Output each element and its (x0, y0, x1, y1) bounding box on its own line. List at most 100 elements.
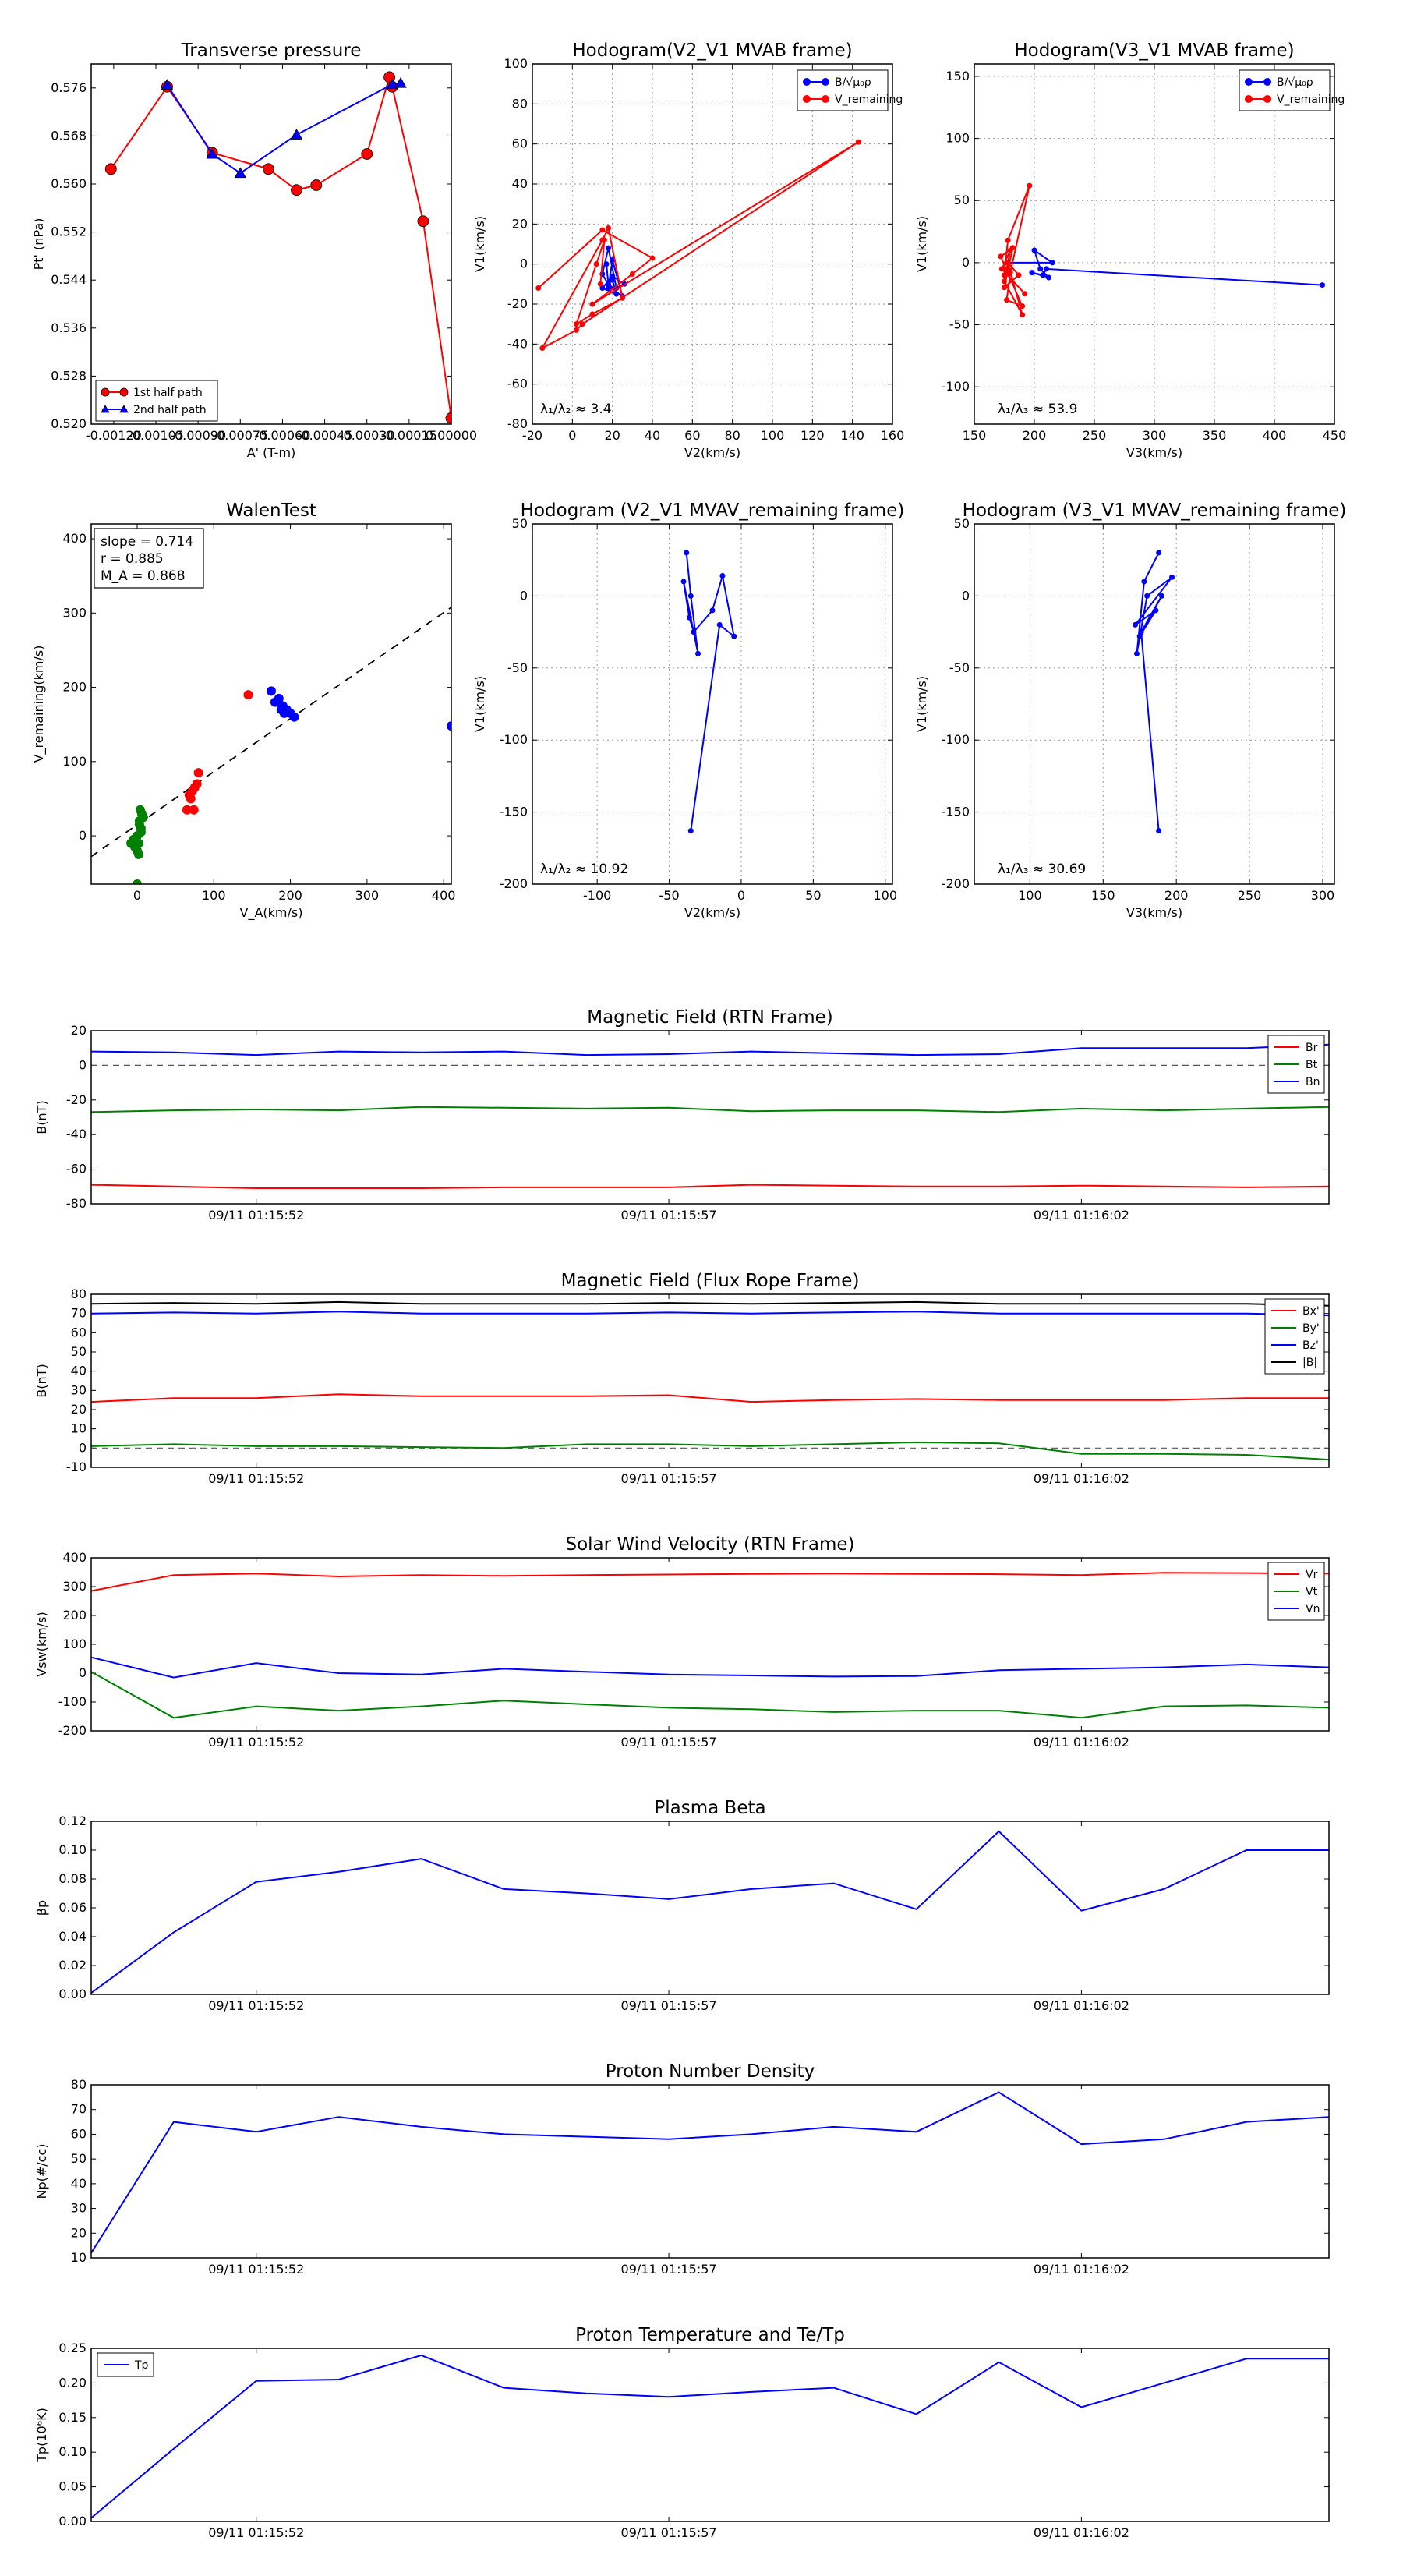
h2-series-1-point (998, 266, 1005, 272)
h3-series-0-point (716, 621, 723, 628)
h2-series-0-point (1029, 270, 1035, 276)
walen-series-0-point (134, 816, 144, 826)
h1-series-1-point (597, 281, 603, 287)
walen-stat-1: r = 0.885 (101, 551, 164, 567)
h4-ylabel: V1(km/s) (914, 676, 929, 732)
h3-series-0-point (687, 593, 694, 599)
h2-ytick-label: 150 (945, 69, 970, 83)
mag-fr-ytick-label: 50 (71, 1344, 87, 1359)
np-frame (90, 2084, 1330, 2259)
walen-series-0-point (133, 849, 143, 859)
beta-xtick-label: 09/11 01:16:02 (1034, 1998, 1129, 2013)
mag-rtn-ytick-label: -40 (66, 1127, 87, 1141)
mag-fr-ytick-label: 30 (71, 1382, 87, 1397)
tp-xtick-label: 09/11 01:16:02 (1034, 2525, 1129, 2540)
h2-xlabel: V3(km/s) (1126, 445, 1182, 460)
pt-ytick-label: 0.528 (51, 368, 87, 383)
walen-series-2-point (270, 697, 280, 707)
beta-ytick-label: 0.08 (58, 1871, 87, 1886)
beta-title: Plasma Beta (654, 1798, 765, 1818)
tp-ytick-label: 0.00 (58, 2514, 87, 2528)
pt-series-1-point (290, 129, 303, 140)
mag-rtn-ytick-label: -20 (66, 1092, 87, 1107)
h1-ylabel: V1(km/s) (472, 216, 487, 272)
h2-legend-label: V_remaining (1277, 94, 1345, 106)
walen-title: WalenTest (226, 501, 316, 521)
vsw-xtick-label: 09/11 01:15:52 (208, 1735, 304, 1750)
h4-series-0-point (1158, 593, 1164, 599)
h2-frame (974, 63, 1335, 425)
beta-panel: Plasma Beta βp 0.00 0.02 0.04 0.06 0.08 0.10 0.1… (34, 1798, 1330, 2013)
h1-legend-label: B/√μ₀ρ (835, 76, 871, 89)
vsw-ytick-label: 0 (79, 1665, 87, 1680)
h2-series-1-point (1002, 272, 1007, 278)
h2-ylabel: V1(km/s) (914, 216, 929, 272)
vsw-legend-label: Vr (1306, 1569, 1318, 1581)
np-xtick-label: 09/11 01:15:52 (208, 2262, 304, 2277)
mag-rtn-series-2 (90, 1043, 1330, 1056)
h3-ytick-label: -150 (500, 805, 528, 819)
np-ytick-label: 20 (71, 2225, 87, 2240)
h1-xtick-label: 120 (800, 428, 825, 443)
vsw-ytick-label: 100 (62, 1637, 87, 1651)
beta-ytick-label: 0.12 (58, 1813, 87, 1828)
beta-ytick-label: 0.06 (58, 1900, 87, 1915)
pt-ytick-label: 0.544 (51, 272, 87, 287)
walen-ytick-label: 100 (62, 754, 87, 769)
h3-series-0-point (695, 650, 702, 656)
h1-series-1-point (606, 225, 612, 231)
h2-ytick-label: -50 (949, 317, 970, 332)
mag-fr-ytick-label: 80 (71, 1286, 87, 1301)
h3-series-0-point (719, 573, 726, 579)
h1-xtick-label: 100 (761, 428, 785, 443)
pt-series-0-point (417, 215, 429, 228)
mag-fr-ytick-label: 0 (79, 1440, 87, 1455)
mag-fr-ytick-label: 60 (71, 1325, 87, 1339)
h1-legend-marker (803, 95, 811, 103)
pt-ytick-label: 0.536 (51, 320, 87, 335)
tp-ytick-label: 0.20 (58, 2375, 87, 2390)
h3-frame (532, 523, 893, 885)
pt-legend-label: 1st half path (133, 387, 203, 399)
vsw-ytick-label: 200 (62, 1608, 87, 1622)
h3-series-0-point (709, 607, 716, 614)
h4-series-0-point (1138, 629, 1144, 635)
tp-frame (90, 2348, 1330, 2522)
pt-series-1-point (234, 167, 246, 179)
h4-xtick-label: 250 (1238, 888, 1262, 903)
mag-fr-ytick-label: 20 (71, 1402, 87, 1417)
h1-series-1-point (593, 261, 599, 267)
mag-fr-legend-label: |B| (1302, 1357, 1317, 1369)
h2-series-1-point (1022, 291, 1028, 297)
h3-ylabel: V1(km/s) (472, 676, 487, 732)
h1-xlabel: V2(km/s) (684, 445, 740, 460)
h1-series-1-point (589, 301, 595, 307)
h3-xtick-label: -50 (659, 888, 679, 903)
vsw-title: Solar Wind Velocity (RTN Frame) (565, 1534, 854, 1555)
walen-series-1-point (243, 690, 253, 700)
h4-panel: Hodogram (V3_V1 MVAV_remaining frame) V3(… (914, 501, 1346, 920)
h3-ytick-label: -200 (500, 876, 528, 891)
mag-fr-xtick-label: 09/11 01:15:52 (208, 1471, 304, 1486)
h1-ytick-label: -40 (507, 336, 528, 351)
pt-ytick-label: 0.560 (51, 176, 87, 191)
mag-fr-ytick-label: -10 (66, 1460, 87, 1474)
pt-ytick-label: 0.576 (51, 80, 87, 95)
h4-xtick-label: 150 (1091, 888, 1115, 903)
np-ylabel: Np(#/cc) (34, 2144, 49, 2199)
pt-legend-label: 2nd half path (133, 404, 207, 416)
h3-series-0-point (691, 629, 697, 635)
pt-xtick-label: 0.00000 (426, 428, 477, 443)
mag-rtn-ytick-label: -80 (66, 1196, 87, 1211)
mag-fr-xtick-label: 09/11 01:16:02 (1034, 1471, 1129, 1486)
h1-ytick-label: -60 (507, 377, 528, 391)
pt-series-0-line (110, 74, 451, 419)
vsw-panel: Solar Wind Velocity (RTN Frame) Vsw(km/s)… (34, 1534, 1330, 1750)
h3-ytick-label: -100 (500, 732, 528, 747)
beta-ytick-label: 0.00 (58, 1987, 87, 2001)
vsw-series-2 (90, 1656, 1330, 1679)
beta-frame (90, 1821, 1330, 1995)
h2-series-0-line (1008, 248, 1323, 286)
h1-legend-marker (822, 95, 829, 103)
h3-eigen-ratio: λ₁/λ₂ ≈ 10.92 (540, 862, 628, 877)
